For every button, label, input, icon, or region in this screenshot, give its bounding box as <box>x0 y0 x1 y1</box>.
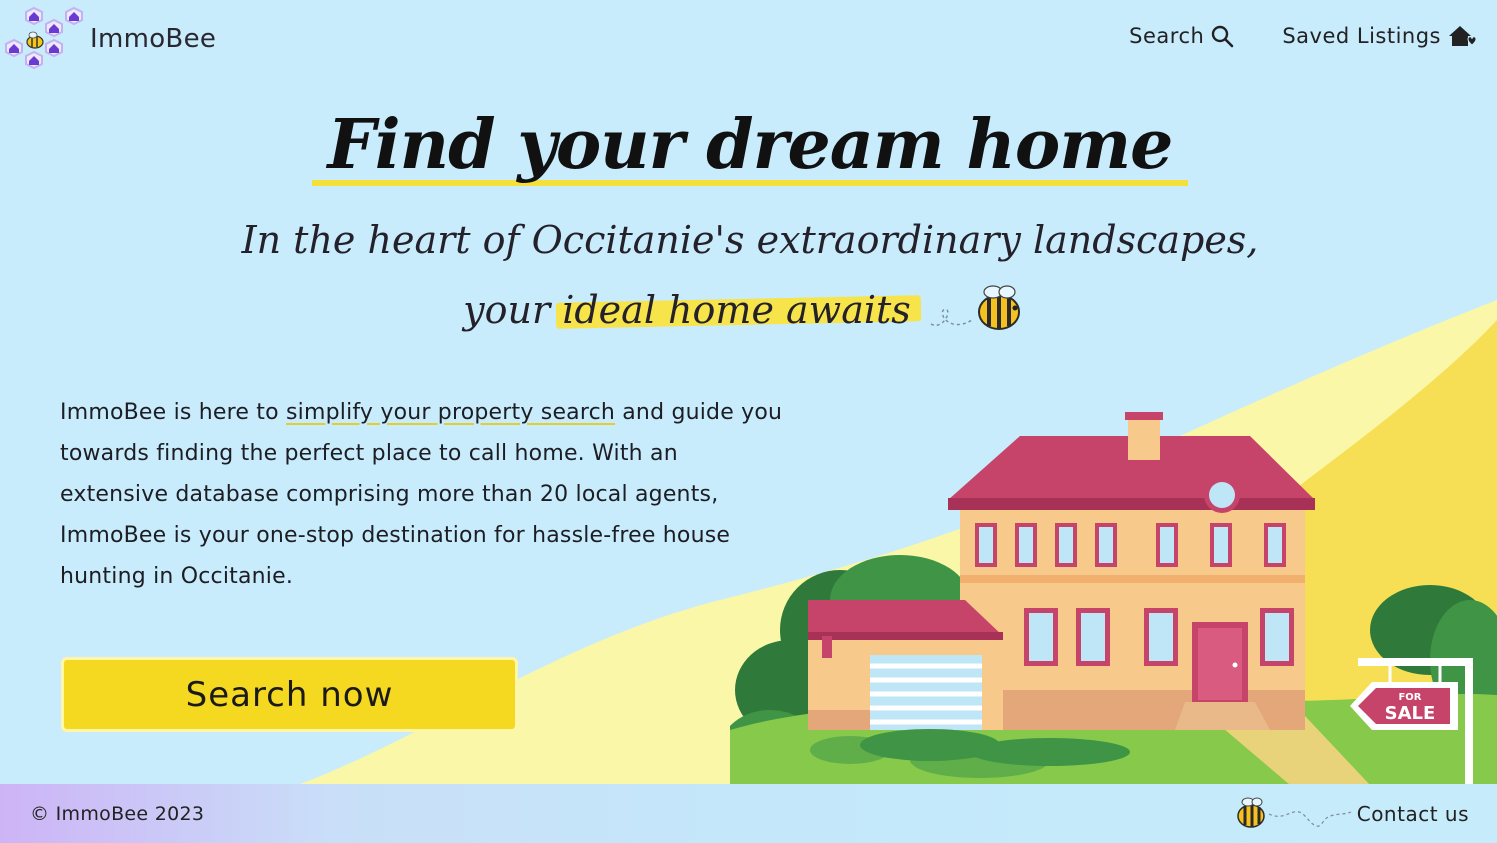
intro-search-link[interactable]: simplify your property search <box>286 400 615 425</box>
intro-paragraph: ImmoBee is here to simplify your propert… <box>60 392 790 597</box>
nav-search-link[interactable]: Search <box>1129 24 1234 48</box>
house-illustration: FOR SALE <box>730 412 1497 785</box>
contact-area: Contact us <box>1233 792 1469 836</box>
page-title: Find your dream home <box>327 105 1174 185</box>
sign-sale-text: SALE <box>1385 703 1436 724</box>
search-icon <box>1212 25 1234 48</box>
intro-text-1: ImmoBee is here to <box>60 400 286 425</box>
sign-for-text: FOR <box>1398 692 1421 703</box>
house-heart-icon <box>1449 26 1477 46</box>
logo[interactable]: ImmoBee <box>4 6 216 72</box>
contact-us-link[interactable]: Contact us <box>1357 802 1469 826</box>
honeycomb-logo-icon <box>5 6 83 70</box>
intro-text-2: and guide you towards finding the perfec… <box>60 400 783 589</box>
bee-icon <box>1236 797 1351 828</box>
nav-search-label: Search <box>1129 24 1205 48</box>
tagline-prefix: your <box>463 288 551 332</box>
top-nav: Search Saved Listings <box>1129 24 1477 48</box>
footer: © ImmoBee 2023 Contact us <box>0 784 1497 843</box>
tagline-line2: your ideal home awaits <box>200 275 1300 345</box>
nav-saved-listings-link[interactable]: Saved Listings <box>1282 24 1477 48</box>
search-now-button[interactable]: Search now <box>61 657 518 732</box>
tagline-highlight: ideal home awaits <box>562 275 911 345</box>
nav-saved-label: Saved Listings <box>1282 24 1441 48</box>
tagline: In the heart of Occitanie's extraordinar… <box>200 205 1300 345</box>
logo-text: ImmoBee <box>90 24 217 54</box>
bee-icon <box>930 284 1020 330</box>
tagline-line1: In the heart of Occitanie's extraordinar… <box>241 218 1259 262</box>
copyright-text: © ImmoBee 2023 <box>30 802 205 825</box>
